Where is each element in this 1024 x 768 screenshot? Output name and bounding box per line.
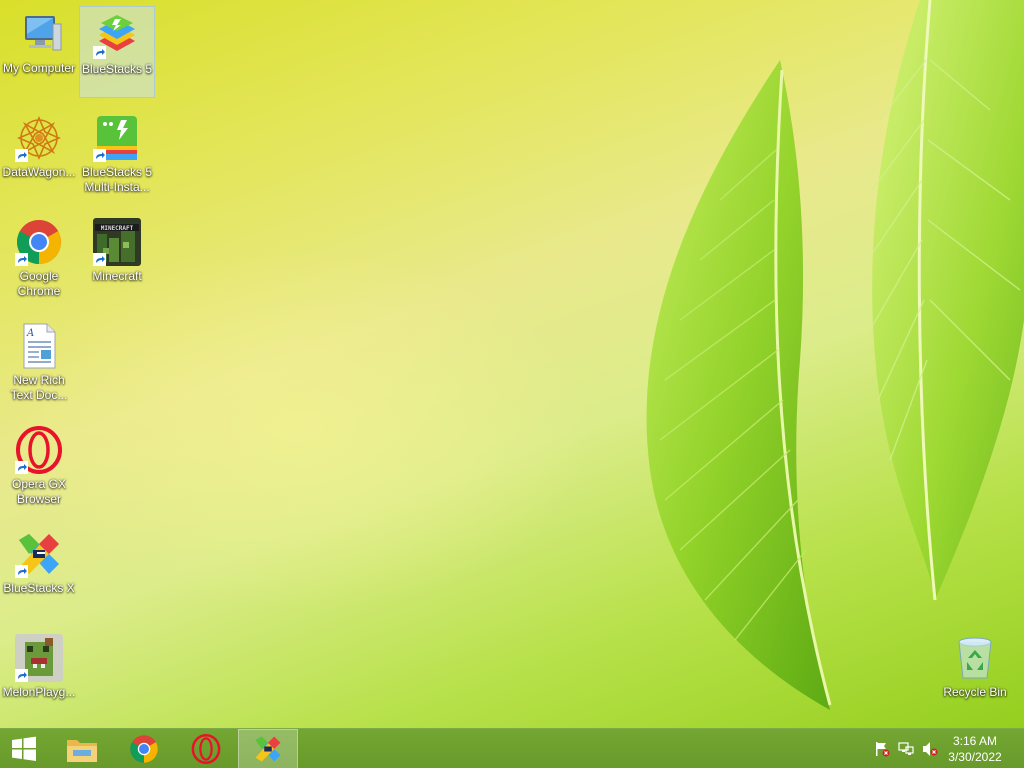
desktop-icon-label: Opera GX Browser xyxy=(11,477,67,506)
clock-time: 3:16 AM xyxy=(952,734,998,748)
desktop-icon-melon-playground[interactable]: MelonPlayg... xyxy=(1,630,77,722)
desktop-icon-label: MelonPlayg... xyxy=(2,685,76,699)
chrome-icon xyxy=(15,218,63,266)
taskbar-chrome[interactable] xyxy=(114,729,174,768)
taskbar-file-explorer[interactable] xyxy=(52,729,112,768)
desktop-icon-label: Minecraft xyxy=(92,269,142,283)
opera-gx-icon xyxy=(15,426,63,474)
windows-logo-icon xyxy=(12,736,36,761)
bluestacks-x-icon xyxy=(15,530,63,578)
desktop-icon-datawagon[interactable]: DataWagon... xyxy=(1,110,77,202)
desktop-icon-opera-gx[interactable]: Opera GX Browser xyxy=(1,422,77,514)
volume-muted-icon[interactable] xyxy=(922,741,938,757)
desktop-icon-label: BlueStacks 5 xyxy=(81,62,153,76)
recycle-bin-icon xyxy=(951,634,999,682)
desktop-icon-bluestacks-x[interactable]: BlueStacks X xyxy=(1,526,77,618)
desktop-icon-bluestacks-multi-instance[interactable]: BlueStacks 5 Multi-Insta... xyxy=(79,110,155,202)
desktop-icon-recycle-bin[interactable]: Recycle Bin xyxy=(937,630,1013,722)
desktop-icon-bluestacks-5[interactable]: BlueStacks 5 xyxy=(79,6,155,98)
network-icon[interactable] xyxy=(898,741,914,757)
desktop-icon-label: Recycle Bin xyxy=(943,685,1007,699)
melon-playground-icon xyxy=(15,634,63,682)
bluestacks-multi-icon xyxy=(93,114,141,162)
desktop-icon-label: DataWagon... xyxy=(2,165,76,179)
desktop-icon-minecraft[interactable]: MINECRAFT Minecraft xyxy=(79,214,155,306)
start-button[interactable] xyxy=(0,729,48,768)
chrome-icon xyxy=(130,735,158,763)
desktop-icon-label: Google Chrome xyxy=(17,269,61,298)
taskbar-opera[interactable] xyxy=(176,729,236,768)
desktop-icon-new-rich-text-document[interactable]: A New Rich Text Doc... xyxy=(1,318,77,410)
taskbar: 3:16 AM 3/30/2022 xyxy=(0,728,1024,768)
action-center-flag-icon[interactable] xyxy=(874,741,890,757)
minecraft-icon: MINECRAFT xyxy=(93,218,141,266)
bluestacks-x-icon xyxy=(255,736,281,762)
datawagon-icon xyxy=(15,114,63,162)
clock-date: 3/30/2022 xyxy=(948,750,1002,764)
file-explorer-icon xyxy=(67,740,97,762)
bluestacks5-icon xyxy=(93,11,141,59)
taskbar-clock[interactable]: 3:16 AM 3/30/2022 xyxy=(940,733,1010,765)
desktop-icon-my-computer[interactable]: My Computer xyxy=(1,6,77,98)
desktop[interactable]: My Computer BlueStacks 5 DataWagon... Bl… xyxy=(0,0,1024,728)
svg-text:A: A xyxy=(26,328,34,339)
desktop-icon-label: New Rich Text Doc... xyxy=(10,373,68,402)
desktop-icon-label: BlueStacks 5 Multi-Insta... xyxy=(81,165,153,194)
taskbar-bluestacks-x[interactable] xyxy=(238,729,298,768)
document-icon: A xyxy=(15,322,63,370)
desktop-icon-google-chrome[interactable]: Google Chrome xyxy=(1,214,77,306)
opera-icon xyxy=(191,734,221,764)
desktop-icon-label: BlueStacks X xyxy=(3,581,75,595)
computer-icon xyxy=(15,10,63,58)
desktop-icon-label: My Computer xyxy=(2,61,76,75)
svg-text:MINECRAFT: MINECRAFT xyxy=(101,225,134,232)
